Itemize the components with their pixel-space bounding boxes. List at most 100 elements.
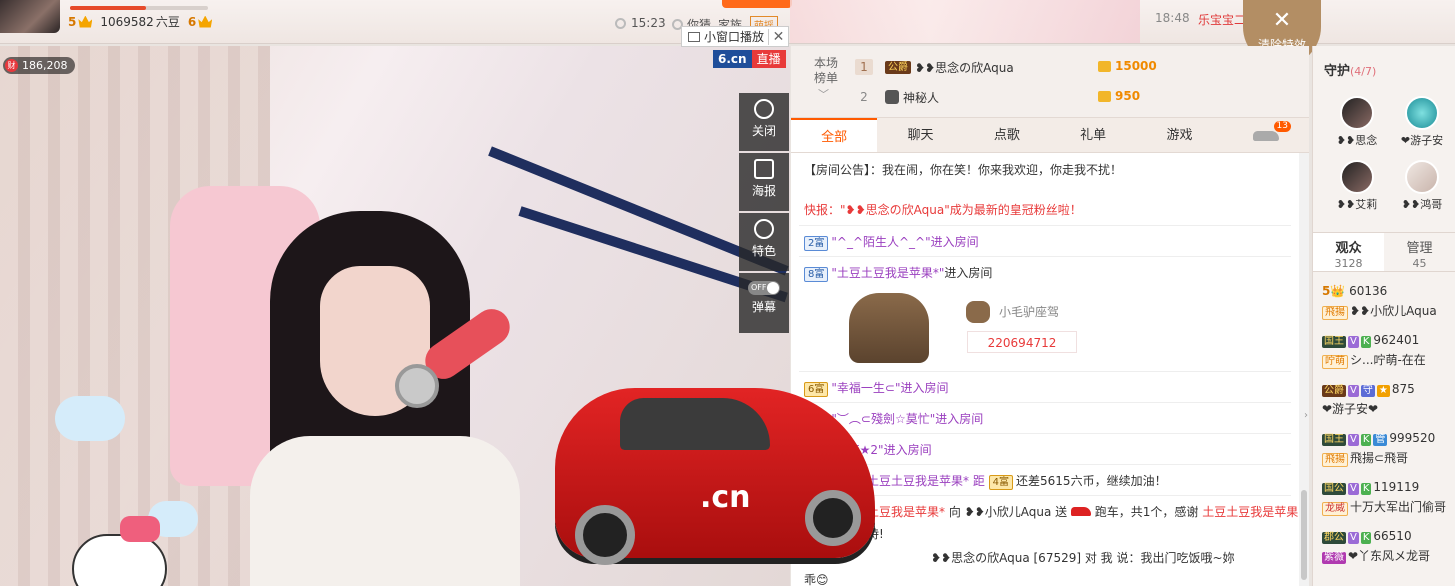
guard-count: (4/7): [1350, 65, 1377, 78]
chevron-down-icon[interactable]: ﹀: [818, 86, 829, 102]
audience-row[interactable]: 龙威 十万大军出门偷哥: [1322, 498, 1455, 516]
divider: [799, 464, 1291, 465]
audience-row[interactable]: 紫薇 ❤丫东风メ龙哥: [1322, 547, 1455, 564]
chat-user-name[interactable]: 土豆我是苹果*: [867, 505, 945, 519]
tab-admin[interactable]: 管理 45: [1384, 233, 1455, 271]
audience-text: ❥❥小欣儿Aqua: [1350, 304, 1437, 318]
chat-enter-text[interactable]: "︶︵⊂殘劍☆莫忙"进入房间: [831, 412, 983, 426]
guard-badge: 守: [1360, 385, 1375, 397]
audience-text: シ...咛萌-在在: [1350, 353, 1426, 367]
guard-item[interactable]: ❥❥思念: [1322, 96, 1392, 148]
audience-label: 观众: [1335, 241, 1362, 256]
guard-item[interactable]: ❤游子安: [1387, 96, 1455, 148]
guard-title-text: 守护: [1324, 64, 1351, 79]
video-scene-kitty: [72, 534, 167, 586]
tab-gift-list[interactable]: 礼单: [1050, 118, 1136, 152]
guard-title: 守护(4/7): [1324, 60, 1376, 79]
car-icon: [1252, 131, 1279, 141]
tab-all[interactable]: 全部: [791, 118, 878, 152]
audience-row[interactable]: 郡公 V K 66510: [1322, 529, 1455, 544]
audience-row[interactable]: 飛揚 飛揚⊂飛哥: [1322, 449, 1455, 467]
audience-row[interactable]: ❤游子安❤: [1322, 400, 1455, 417]
live-badge: 直播: [751, 50, 786, 68]
chat-enter-text[interactable]: "幸福一生⊂"进入房间: [831, 381, 948, 395]
close-video-button[interactable]: 关闭: [739, 93, 789, 151]
clock-icon: [615, 17, 626, 29]
car-wheel: [575, 505, 635, 565]
video-scene-streamer-body: [250, 436, 520, 586]
host-level: 5: [68, 14, 77, 29]
features-button[interactable]: 特色: [739, 213, 789, 271]
coin-icon: [1098, 60, 1111, 72]
close-icon[interactable]: ✕: [768, 28, 788, 45]
chat-scrollbar-thumb[interactable]: [1301, 490, 1307, 580]
video-scene-kitty-bow: [120, 516, 160, 542]
chat-enter-line: 2富 "^_^陌生人^_^"进入房间: [804, 233, 979, 251]
car-windshield: [620, 398, 770, 450]
audience-row[interactable]: 国王 V K 962401: [1322, 333, 1455, 348]
audience-row[interactable]: 咛萌 シ...咛萌-在在: [1322, 351, 1455, 369]
audience-row[interactable]: 公爵 V 守 ★ 875: [1322, 382, 1455, 397]
mini-window-label: 小窗口播放: [704, 30, 765, 44]
audience-row[interactable]: 国王 V K 管 999520: [1322, 431, 1455, 446]
vip-badge: V: [1348, 483, 1359, 495]
video-scene-cloud: [55, 396, 125, 441]
tab-game[interactable]: 游戏: [1136, 118, 1222, 152]
chat-progress-line: 土豆土豆我是苹果* 距 4富 还差5615六币，继续加油！: [867, 472, 1167, 490]
rank-label[interactable]: 本场榜单: [811, 56, 841, 86]
notice-label: 【房间公告】: [804, 163, 871, 177]
rank-row[interactable]: 2 神秘人: [855, 85, 939, 109]
follow-button[interactable]: [722, 0, 792, 8]
audience-count: 3128: [1334, 257, 1363, 270]
tab-song[interactable]: 点歌: [964, 118, 1050, 152]
guard-name: ❥❥鸿哥: [1401, 198, 1443, 211]
chat-tabs: 全部 聊天 点歌 礼单 游戏 13: [791, 118, 1309, 153]
audience-row[interactable]: 国公 V K 119119: [1322, 480, 1455, 495]
guard-item[interactable]: ❥❥鸿哥: [1387, 160, 1455, 212]
next-level: 6: [187, 14, 197, 29]
rank-badge: 公爵: [885, 60, 911, 74]
guard-item[interactable]: ❥❥艾莉: [1322, 160, 1392, 212]
crown-icon: [198, 15, 213, 28]
vip-badge: V: [1348, 385, 1359, 397]
k-badge: K: [1360, 483, 1372, 495]
k-badge: K: [1360, 532, 1372, 544]
guard-name: ❥❥思念: [1336, 134, 1378, 147]
toggle-switch[interactable]: OFF: [748, 281, 780, 295]
audience-row[interactable]: 5👑 60136: [1322, 284, 1455, 298]
avatar: [1405, 96, 1439, 130]
vip-badge: V: [1348, 336, 1359, 348]
star-badge: ★: [1376, 385, 1390, 397]
chat-thanks-user[interactable]: 土豆土豆我是苹果: [1202, 505, 1298, 519]
danmaku-toggle[interactable]: OFF 弹幕: [739, 273, 789, 333]
audience-row[interactable]: 飛揚 ❥❥小欣儿Aqua: [1322, 302, 1455, 320]
rank-badge: 国王: [1322, 434, 1346, 446]
chat-enter-text[interactable]: "^_^陌生人^_^"进入房间: [831, 235, 978, 249]
tab-car[interactable]: 13: [1223, 118, 1309, 152]
wealth-value: 186,208: [22, 59, 68, 72]
tab-chat[interactable]: 聊天: [877, 118, 963, 152]
audience-tabs: 观众 3128 管理 45: [1313, 232, 1455, 272]
chat-user-name[interactable]: "土豆土豆我是苹果*": [831, 266, 944, 280]
banner-art: [790, 0, 1140, 43]
mini-window-button[interactable]: 小窗口播放 ✕: [681, 26, 790, 47]
tab-audience[interactable]: 观众 3128: [1313, 233, 1384, 271]
audience-text: 飛揚⊂飛哥: [1350, 451, 1409, 465]
level-badge: 2富: [804, 236, 829, 251]
flash-news: 快报："❥❥思念の欣Aqua"成为最新的皇冠粉丝啦！: [804, 203, 1082, 217]
car-logo: .cn: [700, 480, 751, 515]
poster-button[interactable]: 海报: [739, 153, 789, 211]
rank-number: 1: [855, 59, 873, 75]
chevron-right-icon[interactable]: ›: [1304, 410, 1312, 434]
rank-row[interactable]: 1 公爵 ❥❥思念の欣Aqua: [855, 55, 1014, 79]
host-avatar[interactable]: [0, 0, 60, 33]
vip-badge: V: [1348, 532, 1359, 544]
video-scene-microphone-head: [395, 364, 439, 408]
clover-icon: [754, 219, 774, 239]
divider: [799, 256, 1291, 257]
chat-user-name[interactable]: 土豆土豆我是苹果* 距: [867, 474, 985, 488]
chat-gift-line: 土豆我是苹果* 向 ❥❥小欣儿Aqua 送 跑车，共1个，感谢 土豆土豆我是苹果: [867, 503, 1298, 520]
divider: [799, 402, 1291, 403]
currency-label: 六豆: [155, 15, 180, 29]
k-badge: K: [1360, 434, 1372, 446]
